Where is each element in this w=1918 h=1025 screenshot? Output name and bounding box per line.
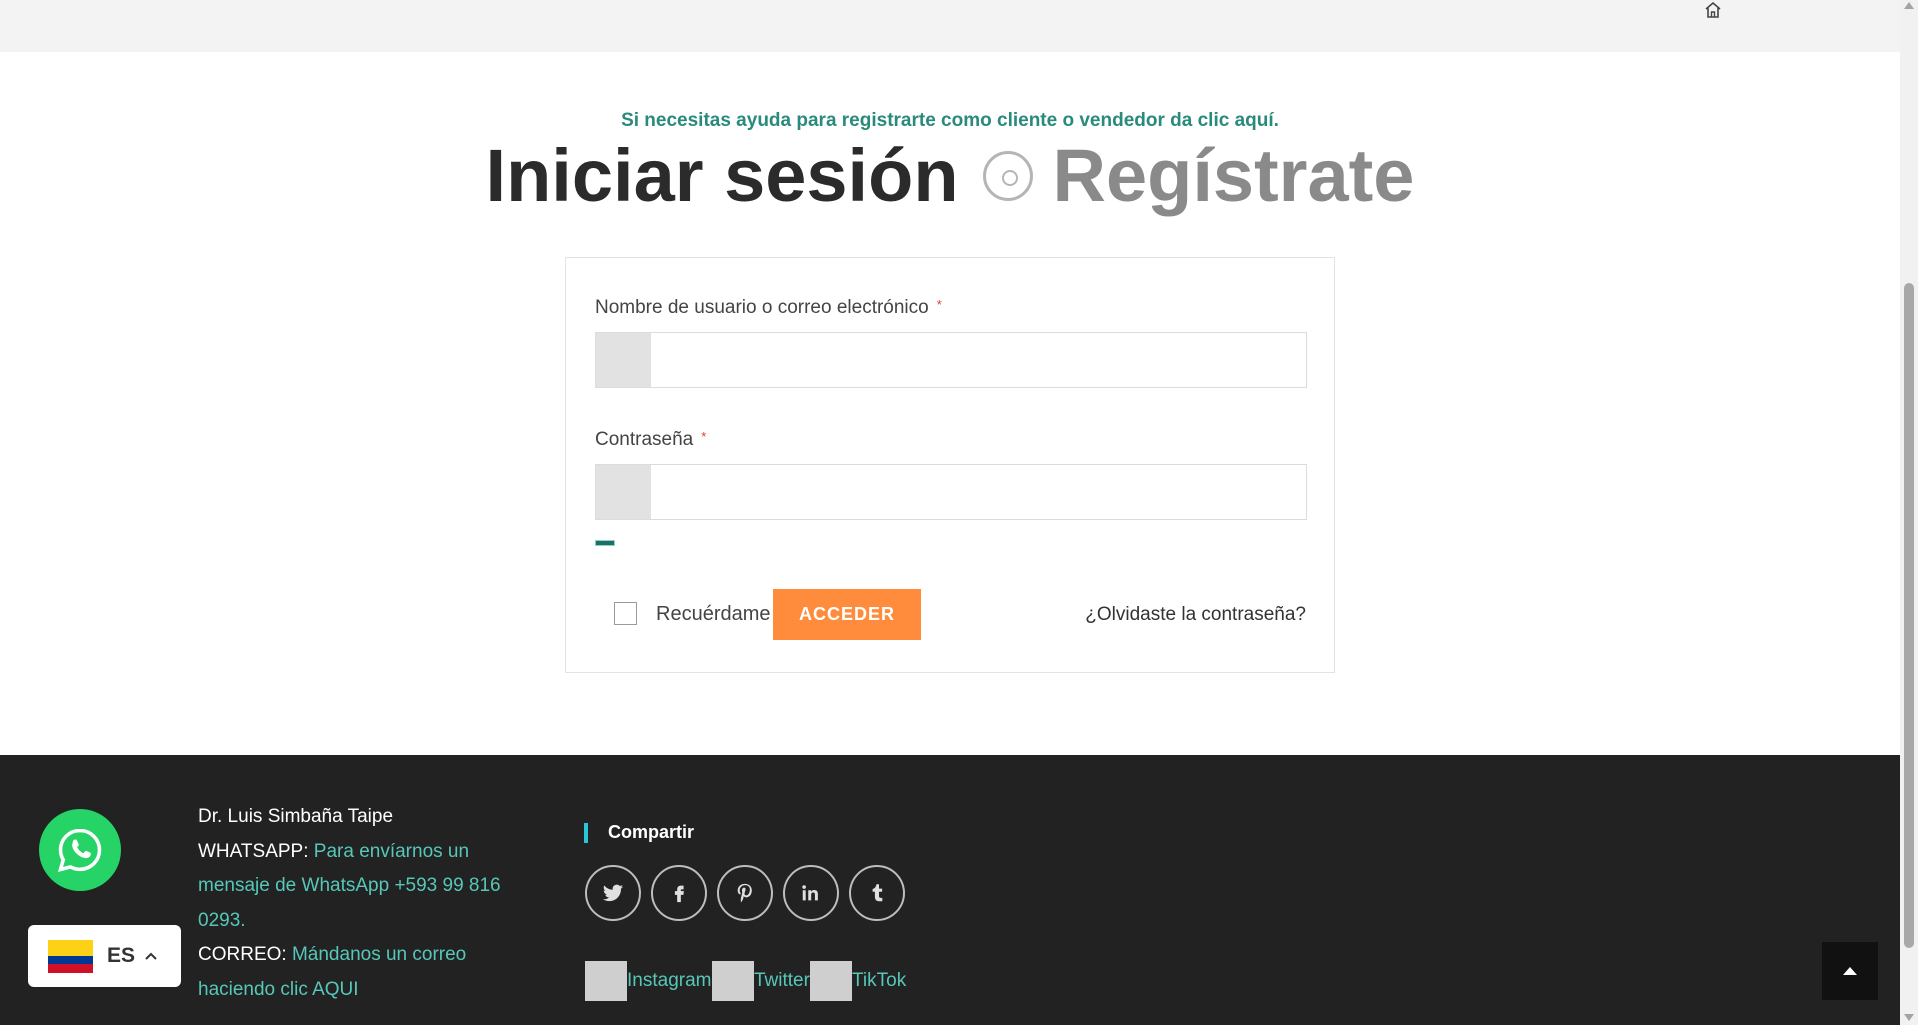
twitter-icon	[602, 884, 624, 902]
footer-link-label[interactable]: TikTok	[852, 970, 906, 992]
footer-link-label[interactable]: Instagram	[627, 970, 711, 992]
pinterest-icon	[737, 883, 752, 903]
colombia-flag-icon	[48, 939, 93, 973]
login-form: Nombre de usuario o correo electrónico * …	[565, 257, 1335, 673]
share-title: Compartir	[584, 822, 694, 843]
share-twitter-button[interactable]	[585, 865, 641, 921]
username-input[interactable]	[651, 333, 1306, 387]
password-label-text: Contraseña	[595, 429, 694, 450]
page-scrollbar[interactable]	[1900, 0, 1918, 1025]
share-tumblr-button[interactable]	[849, 865, 905, 921]
email-label: CORREO:	[198, 944, 287, 965]
share-linkedin-button[interactable]	[783, 865, 839, 921]
password-field[interactable]	[595, 464, 1307, 520]
password-field-prefix	[596, 465, 651, 519]
scroll-down-arrow-icon[interactable]	[1904, 1014, 1914, 1021]
registration-help-link[interactable]: Si necesitas ayuda para registrarte como…	[0, 110, 1900, 132]
remember-label[interactable]: Recuérdame	[656, 603, 771, 626]
twitter-icon	[712, 961, 754, 1001]
username-label: Nombre de usuario o correo electrónico *	[595, 297, 942, 319]
tiktok-icon	[810, 961, 852, 1001]
tab-separator-icon	[982, 150, 1033, 201]
footer-link-twitter[interactable]: Twitter	[712, 961, 810, 1001]
chevron-up-icon	[145, 952, 157, 960]
footer-link-instagram[interactable]: Instagram	[585, 961, 711, 1001]
login-button[interactable]: ACCEDER	[773, 589, 921, 640]
footer-link-tiktok[interactable]: TikTok	[810, 961, 906, 1001]
language-code: ES	[107, 944, 136, 967]
required-mark: *	[936, 297, 942, 312]
username-label-text: Nombre de usuario o correo electrónico	[595, 297, 929, 318]
tab-login[interactable]: Iniciar sesión	[486, 133, 959, 218]
forgot-password-link[interactable]: ¿Olvidaste la contraseña?	[1085, 604, 1306, 626]
tumblr-icon	[872, 884, 883, 902]
password-label: Contraseña *	[595, 429, 706, 451]
whatsapp-icon	[57, 828, 102, 873]
facebook-icon	[674, 885, 684, 903]
instagram-icon	[585, 961, 627, 1001]
linkedin-icon	[802, 885, 818, 901]
chevron-up-icon	[1843, 967, 1857, 975]
password-input[interactable]	[651, 465, 1306, 519]
username-field-prefix	[596, 333, 651, 387]
tab-register[interactable]: Regístrate	[1053, 133, 1415, 218]
contact-whatsapp: WHATSAPP: Para envíarnos un mensaje de W…	[198, 835, 518, 939]
whatsapp-label: WHATSAPP:	[198, 840, 309, 862]
whatsapp-float-button[interactable]	[39, 809, 121, 891]
footer-contact: Dr. Luis Simbaña Taipe WHATSAPP: Para en…	[198, 800, 518, 1007]
required-mark: *	[701, 429, 707, 444]
scroll-to-top-button[interactable]	[1822, 942, 1878, 1000]
share-pinterest-button[interactable]	[717, 865, 773, 921]
auth-tabs: Iniciar sesión Regístrate	[0, 133, 1900, 218]
home-icon[interactable]	[1703, 0, 1723, 20]
remember-checkbox[interactable]	[614, 602, 637, 625]
username-field[interactable]	[595, 332, 1307, 388]
footer-link-label[interactable]: Twitter	[754, 970, 810, 992]
top-bar	[0, 0, 1900, 52]
language-selector[interactable]: ES	[28, 925, 181, 987]
share-facebook-button[interactable]	[651, 865, 707, 921]
password-strength-indicator	[595, 540, 615, 546]
contact-name: Dr. Luis Simbaña Taipe	[198, 806, 394, 827]
contact-email: CORREO: Mándanos un correo haciendo clic…	[198, 938, 518, 1007]
scroll-up-arrow-icon[interactable]	[1904, 2, 1914, 9]
scrollbar-thumb[interactable]	[1904, 283, 1914, 948]
